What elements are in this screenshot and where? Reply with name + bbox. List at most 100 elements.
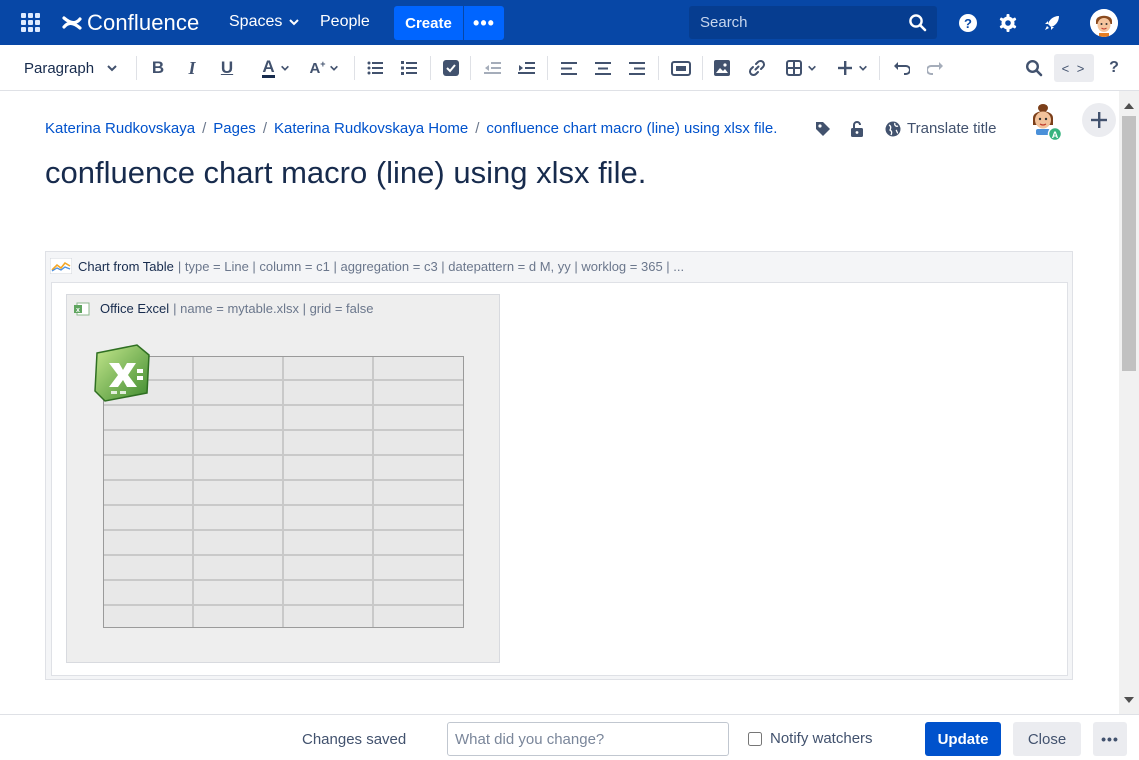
text-color-button[interactable]: A [257, 56, 295, 80]
bold-icon: B [151, 58, 165, 77]
svg-text:x: x [76, 307, 80, 314]
help-label: ? [1109, 59, 1119, 76]
create-button[interactable]: Create [394, 6, 463, 40]
more-formatting-button[interactable]: A+ [305, 56, 343, 80]
confluence-logo[interactable]: Confluence [62, 9, 199, 37]
insert-image-button[interactable] [713, 56, 731, 80]
chart-macro-body[interactable]: x Office Excel | name = mytable.xlsx | g… [51, 282, 1068, 676]
help-button[interactable]: ? [1106, 56, 1122, 80]
find-replace-button[interactable] [1024, 56, 1044, 80]
italic-button[interactable]: I [183, 56, 201, 80]
outdent-icon [483, 62, 501, 74]
update-label: Update [937, 730, 989, 748]
globe-icon [885, 121, 901, 136]
italic-icon: I [188, 57, 196, 78]
chart-macro-name: Chart from Table [78, 258, 174, 274]
collaborator-avatar[interactable]: A [1028, 101, 1063, 142]
breadcrumb-item-current[interactable]: confluence chart macro (line) using xlsx… [486, 120, 777, 137]
excel-macro-name: Office Excel [100, 301, 170, 316]
task-list-button[interactable] [442, 56, 460, 80]
chevron-down-icon [858, 65, 867, 71]
breadcrumb-item-home[interactable]: Katerina Rudkovskaya Home [274, 120, 468, 137]
notify-watchers-label: Notify watchers [770, 730, 873, 747]
numbered-list-button[interactable] [400, 56, 418, 80]
create-label: Create [405, 14, 452, 32]
more-icon: ••• [473, 12, 495, 33]
editor-footer: Changes saved Notify watchers Update Clo… [0, 714, 1139, 760]
avatar-icon: A [1033, 104, 1063, 142]
spreadsheet-preview-graphic [103, 356, 464, 628]
undo-icon [893, 61, 910, 75]
version-comment-input[interactable] [447, 722, 729, 756]
scrollbar-thumb[interactable] [1122, 116, 1136, 371]
help-icon[interactable]: ? [957, 12, 979, 34]
insert-table-button[interactable] [782, 56, 820, 80]
chevron-down-icon [329, 65, 338, 71]
layout-icon [671, 60, 691, 76]
notify-watchers-checkbox[interactable]: Notify watchers [748, 730, 873, 747]
breadcrumb-item-pages[interactable]: Pages [213, 120, 256, 137]
search-box[interactable] [689, 6, 937, 39]
toolbar-divider [354, 56, 355, 80]
link-icon [748, 59, 766, 77]
search-input[interactable] [700, 14, 900, 31]
update-button[interactable]: Update [925, 722, 1001, 756]
underline-icon: U [220, 58, 234, 77]
align-center-button[interactable] [594, 56, 612, 80]
chart-macro-params: | type = Line | column = c1 | aggregatio… [177, 258, 685, 274]
checkbox-icon [443, 60, 459, 76]
chart-macro-placeholder[interactable]: Chart from Table | type = Line | column … [45, 251, 1073, 680]
align-left-icon [561, 61, 577, 75]
brand-name: Confluence [87, 10, 200, 35]
add-collaborator-button[interactable] [1082, 103, 1116, 137]
vertical-scrollbar[interactable] [1119, 91, 1139, 714]
page-layout-button[interactable] [670, 56, 692, 80]
numbered-list-icon [401, 61, 417, 75]
unlock-restrictions-icon[interactable] [848, 120, 866, 138]
confluence-logo-icon [62, 16, 82, 30]
people-link[interactable]: People [320, 13, 370, 31]
outdent-button[interactable] [483, 56, 501, 80]
search-icon[interactable] [908, 13, 927, 32]
page-title[interactable]: confluence chart macro (line) using xlsx… [45, 155, 646, 191]
excel-macro-placeholder[interactable]: x Office Excel | name = mytable.xlsx | g… [66, 294, 500, 663]
rocket-notifications-icon[interactable] [1041, 12, 1063, 34]
source-editor-button[interactable]: < > [1054, 54, 1094, 82]
image-icon [714, 60, 730, 76]
scroll-down-arrow-icon[interactable] [1124, 697, 1134, 703]
label-tag-icon[interactable] [814, 120, 832, 138]
insert-link-button[interactable] [747, 56, 767, 80]
excel-small-icon: x [74, 302, 90, 315]
breadcrumb-item-space[interactable]: Katerina Rudkovskaya [45, 120, 195, 137]
align-left-button[interactable] [560, 56, 578, 80]
scroll-up-arrow-icon[interactable] [1124, 103, 1134, 109]
underline-button[interactable]: U [217, 56, 237, 80]
collaborator-badge: A [1052, 130, 1059, 140]
bullet-list-button[interactable] [366, 56, 384, 80]
chevron-down-icon [280, 65, 289, 71]
toolbar-divider [658, 56, 659, 80]
undo-button[interactable] [892, 56, 910, 80]
create-more-button[interactable]: ••• [464, 6, 504, 40]
redo-button[interactable] [926, 56, 944, 80]
spaces-menu[interactable]: Spaces [229, 13, 300, 31]
translate-title-button[interactable]: Translate title [885, 120, 996, 137]
excel-macro-header: x Office Excel | name = mytable.xlsx | g… [74, 301, 374, 316]
toolbar-divider [430, 56, 431, 80]
redo-icon [926, 61, 943, 75]
app-switcher-icon[interactable] [21, 13, 41, 33]
bold-button[interactable]: B [149, 56, 167, 80]
chart-macro-header: Chart from Table | type = Line | column … [50, 258, 684, 274]
close-button[interactable]: Close [1013, 722, 1081, 756]
table-icon [785, 60, 802, 76]
gear-icon[interactable] [997, 12, 1019, 34]
excel-macro-params: | name = mytable.xlsx | grid = false [173, 301, 374, 316]
breadcrumb-separator: / [202, 120, 207, 137]
user-avatar[interactable] [1090, 9, 1118, 37]
paragraph-style-dropdown[interactable]: Paragraph [24, 56, 118, 80]
insert-more-button[interactable] [833, 56, 871, 80]
indent-button[interactable] [517, 56, 535, 80]
more-actions-button[interactable]: ••• [1093, 722, 1127, 756]
notify-watchers-input[interactable] [748, 731, 762, 746]
align-right-button[interactable] [628, 56, 646, 80]
